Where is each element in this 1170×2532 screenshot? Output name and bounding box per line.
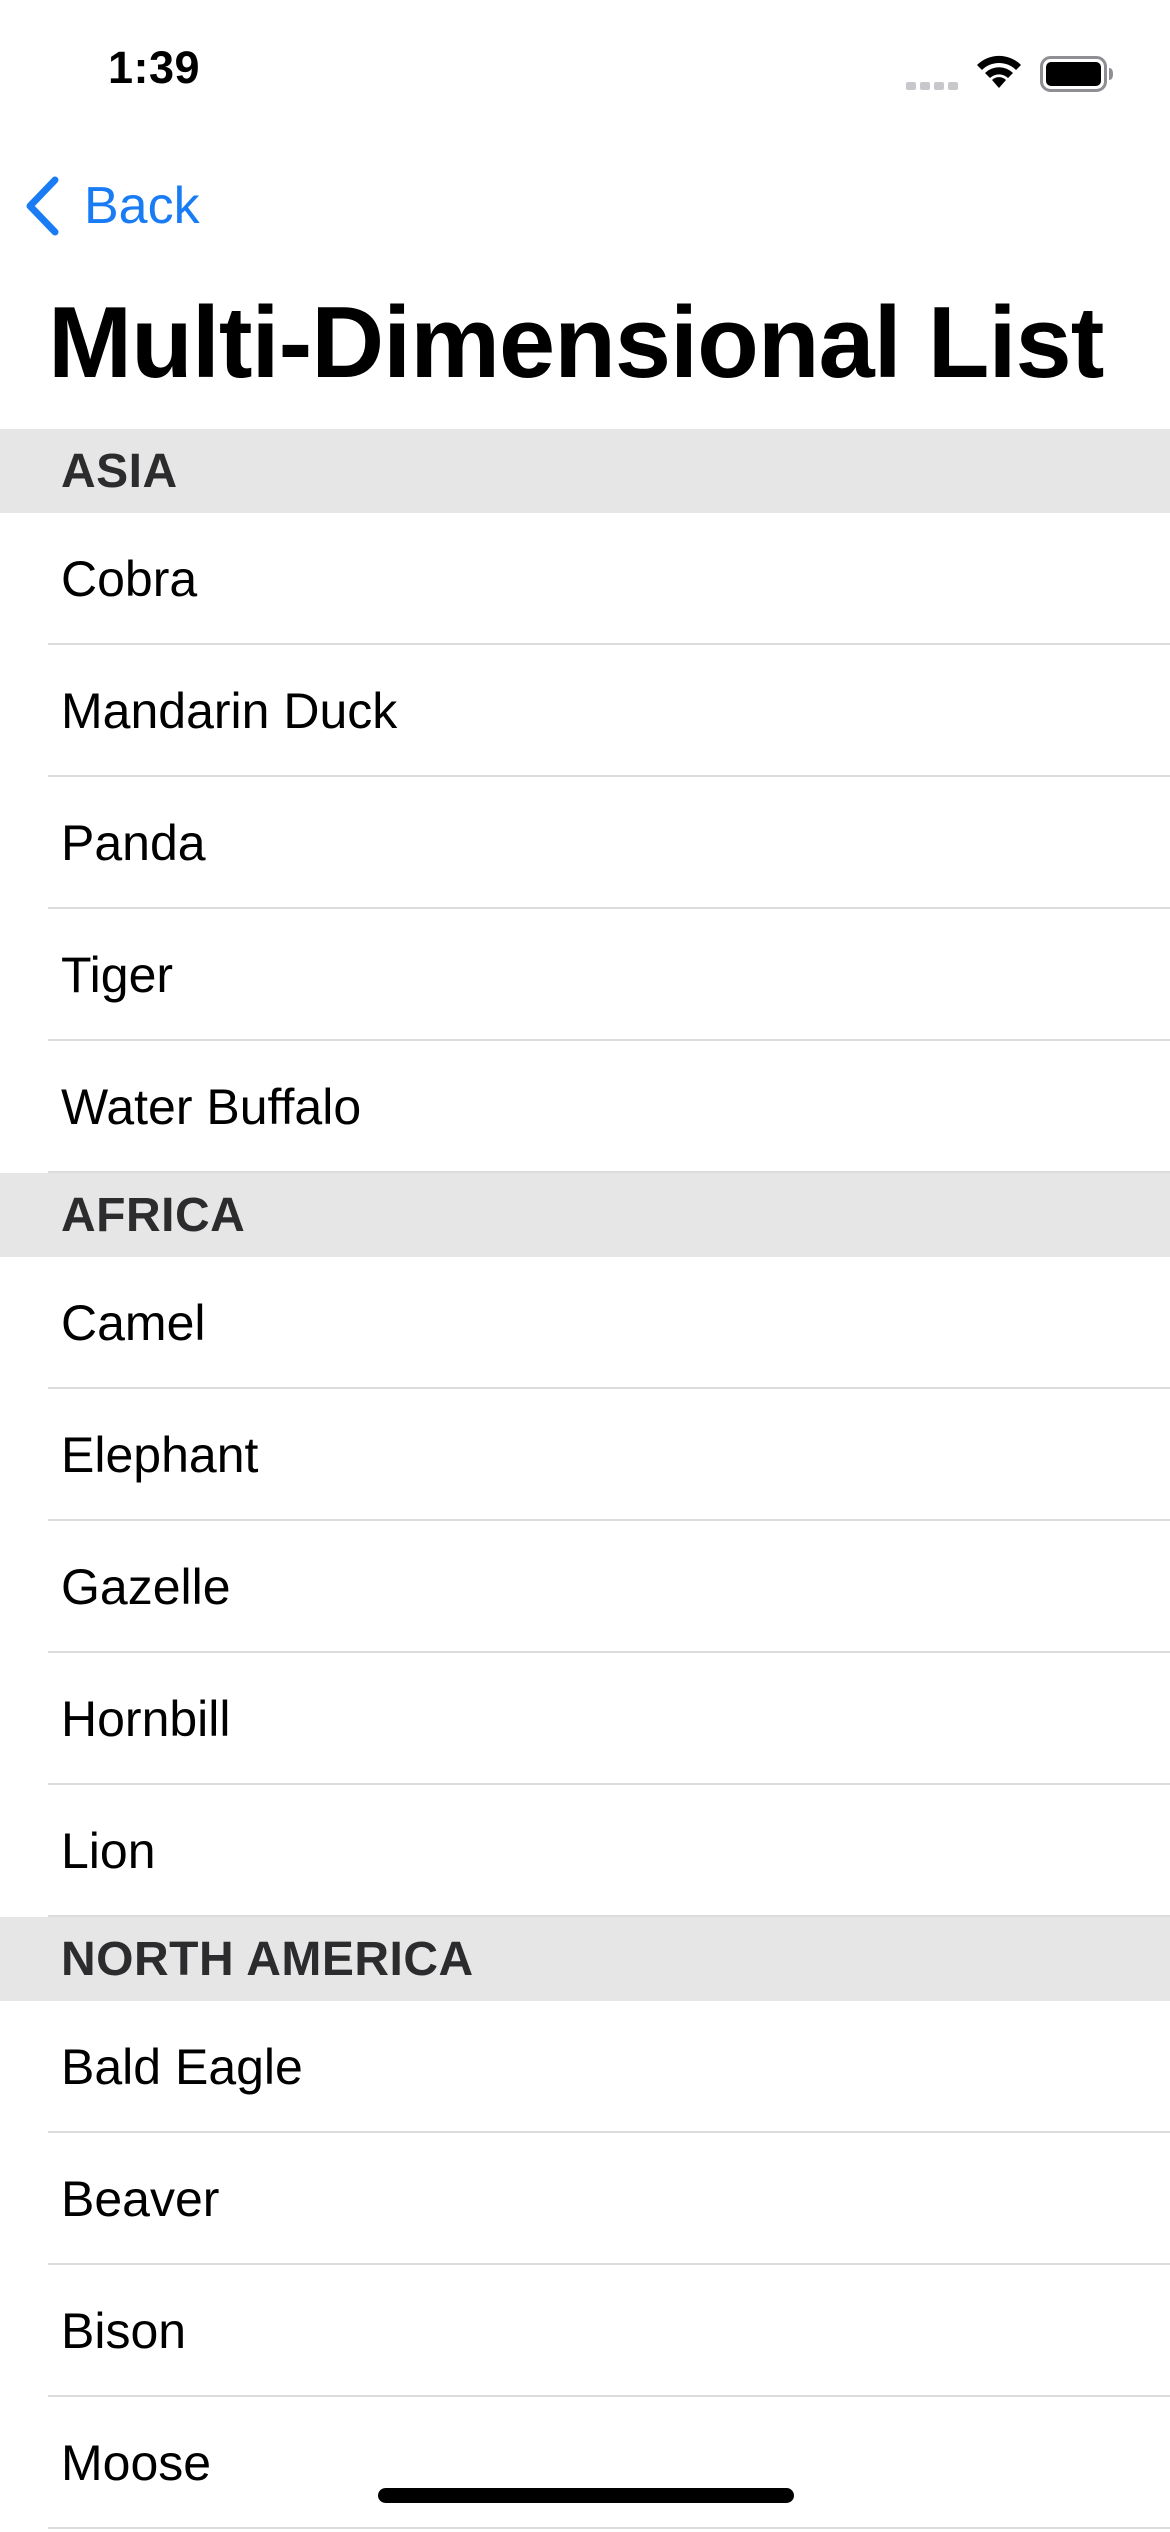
list-item[interactable]: Beaver — [0, 2133, 1170, 2265]
chevron-left-icon — [26, 176, 59, 236]
list-item[interactable]: Elephant — [0, 1389, 1170, 1521]
list-item[interactable]: Bald Eagle — [0, 2001, 1170, 2133]
animal-list: ASIA Cobra Mandarin Duck Panda Tiger Wat… — [0, 429, 1170, 2529]
battery-icon — [1040, 56, 1113, 92]
list-item[interactable]: Moose — [0, 2397, 1170, 2529]
list-item[interactable]: Camel — [0, 1257, 1170, 1389]
home-indicator[interactable] — [378, 2488, 794, 2503]
page-title: Multi-Dimensional List — [48, 287, 1104, 399]
section-header-asia: ASIA — [0, 429, 1170, 513]
cellular-signal-icon — [906, 82, 958, 90]
list-item[interactable]: Water Buffalo — [0, 1041, 1170, 1173]
list-item[interactable]: Hornbill — [0, 1653, 1170, 1785]
list-item[interactable]: Tiger — [0, 909, 1170, 1041]
back-button[interactable]: Back — [22, 170, 200, 242]
back-button-label: Back — [84, 177, 200, 235]
list-item[interactable]: Gazelle — [0, 1521, 1170, 1653]
status-time: 1:39 — [108, 42, 201, 93]
list-item[interactable]: Lion — [0, 1785, 1170, 1917]
status-bar: 1:39 — [0, 0, 1170, 140]
section-header-africa: AFRICA — [0, 1173, 1170, 1257]
section-header-north-america: NORTH AMERICA — [0, 1917, 1170, 2001]
list-item[interactable]: Cobra — [0, 513, 1170, 645]
wifi-icon — [977, 55, 1021, 88]
list-item[interactable]: Mandarin Duck — [0, 645, 1170, 777]
list-item[interactable]: Panda — [0, 777, 1170, 909]
list-item[interactable]: Bison — [0, 2265, 1170, 2397]
